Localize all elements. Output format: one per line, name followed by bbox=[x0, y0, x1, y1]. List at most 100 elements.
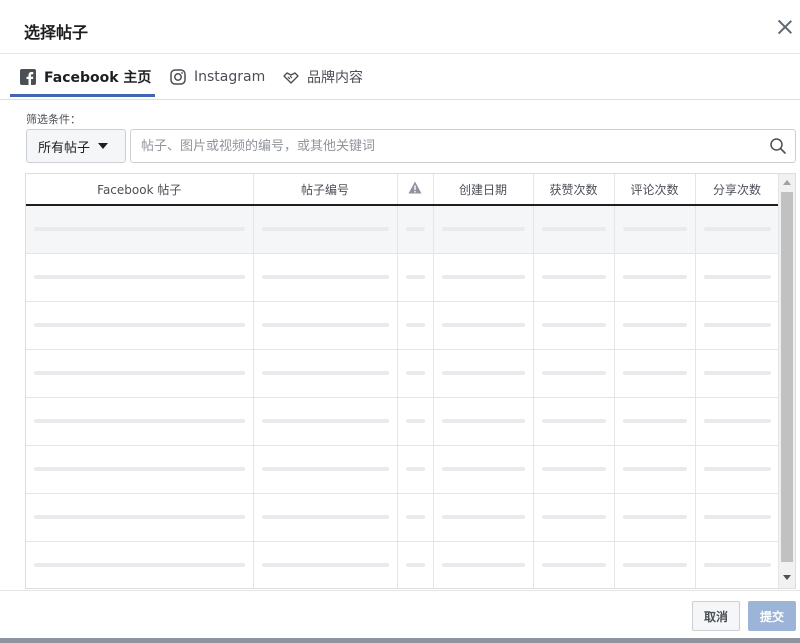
posts-table: Facebook 帖子 帖子编号 创建日期 获赞次数 评论次数 分享次数 bbox=[25, 173, 796, 589]
close-icon[interactable] bbox=[776, 18, 794, 36]
dialog-footer: 取消 提交 bbox=[0, 590, 800, 643]
table-cell bbox=[397, 445, 434, 494]
table-cell bbox=[26, 493, 254, 542]
loading-placeholder bbox=[405, 371, 425, 375]
loading-placeholder bbox=[541, 323, 606, 327]
loading-placeholder bbox=[541, 275, 606, 279]
loading-placeholder bbox=[703, 467, 771, 471]
loading-placeholder bbox=[441, 227, 525, 232]
tab-label: Instagram bbox=[194, 68, 266, 85]
table-cell bbox=[26, 205, 254, 254]
table-row[interactable] bbox=[26, 541, 780, 588]
table-row[interactable] bbox=[26, 493, 780, 542]
col-header-created-date[interactable]: 创建日期 bbox=[433, 174, 534, 206]
loading-placeholder bbox=[622, 467, 687, 471]
table-cell bbox=[533, 493, 615, 542]
scroll-up-arrow-icon[interactable] bbox=[783, 180, 791, 185]
loading-placeholder bbox=[441, 563, 525, 567]
loading-placeholder bbox=[34, 323, 245, 327]
post-type-dropdown[interactable]: 所有帖子 bbox=[26, 129, 126, 163]
table-cell bbox=[253, 397, 398, 446]
table-cell bbox=[397, 349, 434, 398]
tab-label: 品牌内容 bbox=[307, 69, 363, 86]
cancel-button[interactable]: 取消 bbox=[692, 601, 740, 631]
loading-placeholder bbox=[34, 515, 245, 519]
loading-placeholder bbox=[261, 467, 389, 471]
table-cell bbox=[26, 541, 254, 588]
table-cell bbox=[26, 445, 254, 494]
loading-placeholder bbox=[34, 371, 245, 375]
table-header-row: Facebook 帖子 帖子编号 创建日期 获赞次数 评论次数 分享次数 bbox=[26, 174, 780, 206]
table-row[interactable] bbox=[26, 445, 780, 494]
submit-button[interactable]: 提交 bbox=[748, 601, 796, 631]
tab-facebook-page[interactable]: Facebook 主页 bbox=[20, 54, 151, 99]
loading-placeholder bbox=[261, 275, 389, 279]
loading-placeholder bbox=[703, 371, 771, 375]
table-cell bbox=[253, 349, 398, 398]
table-cell bbox=[533, 445, 615, 494]
table-cell bbox=[614, 541, 696, 588]
loading-placeholder bbox=[34, 227, 245, 232]
table-cell bbox=[533, 205, 615, 254]
tab-instagram[interactable]: Instagram bbox=[170, 54, 265, 99]
loading-placeholder bbox=[622, 419, 687, 423]
tab-branded-content[interactable]: 品牌内容 bbox=[283, 54, 363, 99]
table-cell bbox=[695, 541, 780, 588]
dialog-title: 选择帖子 bbox=[24, 23, 89, 42]
caret-down-icon bbox=[98, 143, 109, 149]
table-row[interactable] bbox=[26, 397, 780, 446]
filter-label: 筛选条件： bbox=[26, 113, 81, 126]
table-cell bbox=[695, 397, 780, 446]
table-cell bbox=[533, 253, 615, 302]
facebook-icon bbox=[20, 68, 36, 85]
loading-placeholder bbox=[541, 227, 606, 232]
loading-placeholder bbox=[441, 371, 525, 375]
table-scrollbar[interactable] bbox=[778, 174, 795, 588]
table-cell bbox=[695, 301, 780, 350]
table-cell bbox=[695, 493, 780, 542]
table-cell bbox=[614, 493, 696, 542]
loading-placeholder bbox=[405, 323, 425, 327]
dropdown-value: 所有帖子 bbox=[38, 140, 91, 156]
loading-placeholder bbox=[405, 227, 425, 232]
table-row[interactable] bbox=[26, 253, 780, 302]
loading-placeholder bbox=[703, 515, 771, 519]
col-header-warning[interactable] bbox=[397, 174, 434, 206]
table-row[interactable] bbox=[26, 301, 780, 350]
table-cell bbox=[614, 205, 696, 254]
table-cell bbox=[433, 445, 534, 494]
table-body bbox=[26, 205, 780, 588]
table-row[interactable] bbox=[26, 205, 780, 254]
table-row[interactable] bbox=[26, 349, 780, 398]
table-cell bbox=[26, 397, 254, 446]
col-header-post-id[interactable]: 帖子编号 bbox=[253, 174, 398, 206]
scrollbar-thumb[interactable] bbox=[781, 192, 793, 562]
loading-placeholder bbox=[703, 419, 771, 423]
loading-placeholder bbox=[405, 515, 425, 519]
table-cell bbox=[397, 253, 434, 302]
search-icon[interactable] bbox=[769, 137, 787, 155]
table-cell bbox=[26, 349, 254, 398]
tab-label: Facebook 主页 bbox=[44, 69, 152, 86]
table-cell bbox=[253, 493, 398, 542]
table-cell bbox=[614, 445, 696, 494]
col-header-comments[interactable]: 评论次数 bbox=[614, 174, 696, 206]
loading-placeholder bbox=[441, 275, 525, 279]
handshake-icon bbox=[283, 69, 299, 85]
warning-icon bbox=[408, 181, 422, 197]
table-cell bbox=[397, 541, 434, 588]
window-bottom-edge bbox=[0, 638, 800, 643]
loading-placeholder bbox=[34, 563, 245, 567]
loading-placeholder bbox=[441, 515, 525, 519]
loading-placeholder bbox=[34, 467, 245, 471]
col-header-likes[interactable]: 获赞次数 bbox=[533, 174, 615, 206]
table-cell bbox=[614, 349, 696, 398]
col-header-shares[interactable]: 分享次数 bbox=[695, 174, 780, 206]
loading-placeholder bbox=[441, 323, 525, 327]
scroll-down-arrow-icon[interactable] bbox=[783, 575, 791, 580]
table-cell bbox=[433, 301, 534, 350]
col-header-facebook-post[interactable]: Facebook 帖子 bbox=[26, 174, 254, 206]
table-cell bbox=[253, 301, 398, 350]
select-post-dialog: 选择帖子 Facebook 主页 Instagram 品牌内容 筛选条件： 所有… bbox=[0, 0, 800, 643]
search-input[interactable] bbox=[131, 130, 751, 162]
